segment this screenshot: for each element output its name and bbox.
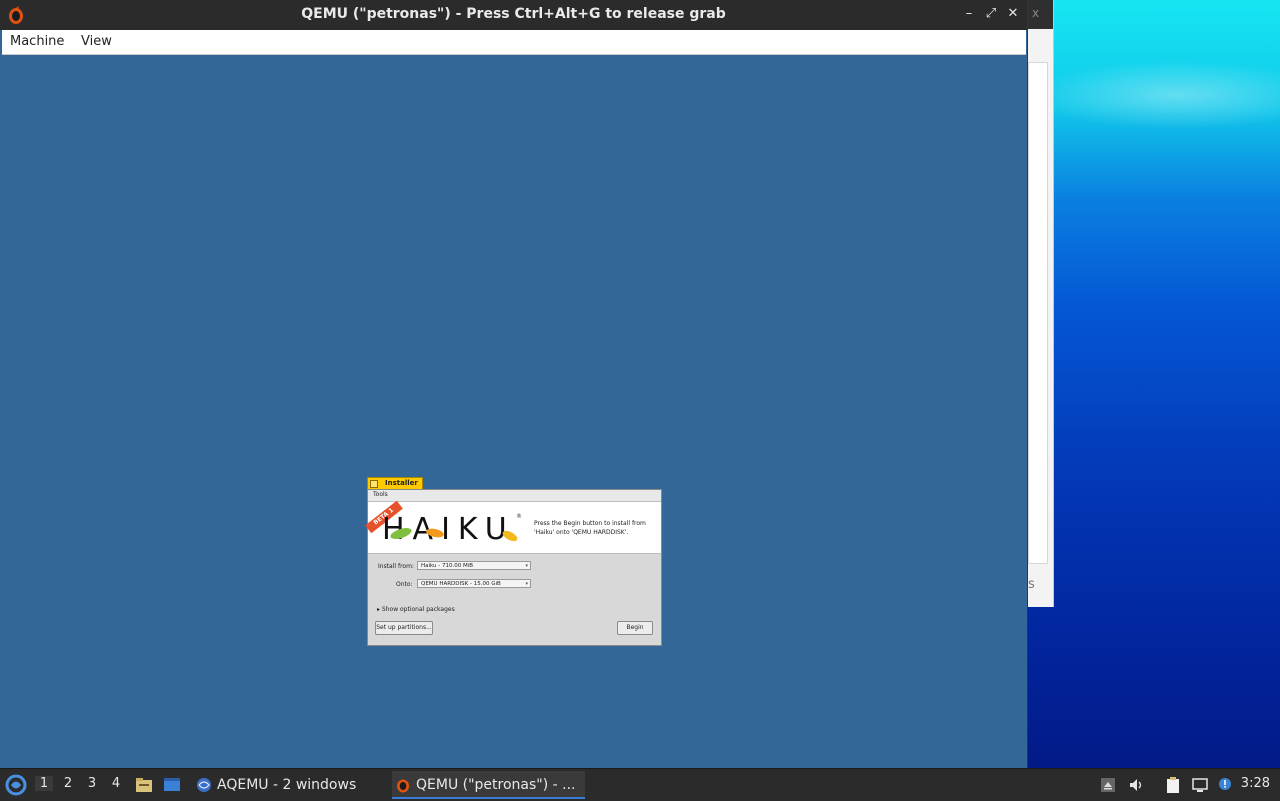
dropdown-arrow-icon: ▾ (525, 581, 528, 587)
close-icon[interactable]: ✕ (1005, 5, 1021, 23)
installer-close-box[interactable] (370, 480, 378, 488)
volume-icon[interactable] (1127, 776, 1145, 794)
desktop-background (1026, 0, 1280, 768)
qemu-menubar: Machine View (2, 30, 1026, 55)
clipboard-icon[interactable] (1164, 776, 1182, 794)
install-from-dropdown[interactable]: Haiku - 710.00 MiB ▾ (417, 561, 531, 570)
task-aqemu[interactable]: AQEMU - 2 windows (193, 771, 383, 799)
aqemu-icon (197, 778, 211, 792)
show-desktop-icon[interactable] (163, 776, 181, 793)
task-aqemu-label: AQEMU - 2 windows (217, 777, 357, 793)
onto-dropdown[interactable]: QEMU HARDDISK - 15.00 GiB ▾ (417, 579, 531, 588)
notification-icon[interactable] (1216, 776, 1234, 794)
desktop-switch-2[interactable]: 2 (59, 776, 77, 791)
qemu-titlebar[interactable]: QEMU ("petronas") - Press Ctrl+Alt+G to … (0, 0, 1027, 30)
qemu-window: QEMU ("petronas") - Press Ctrl+Alt+G to … (0, 0, 1028, 768)
install-from-value: Haiku - 710.00 MiB (421, 563, 474, 569)
background-window-close-hint: x (1032, 6, 1040, 20)
minimize-icon[interactable]: – (961, 5, 977, 23)
start-menu-icon[interactable] (5, 774, 27, 796)
task-qemu-petronas[interactable]: QEMU ("petronas") - ... (392, 771, 585, 799)
maximize-icon[interactable]: ⤢ (983, 5, 999, 23)
background-window-panel (1028, 62, 1048, 564)
installer-message: Press the Begin button to install from '… (534, 520, 646, 536)
registered-mark: ® (516, 513, 522, 520)
background-window-text: s (1028, 577, 1035, 592)
qemu-task-icon (397, 779, 409, 793)
network-icon[interactable] (1191, 776, 1209, 794)
qemu-window-title: QEMU ("petronas") - Press Ctrl+Alt+G to … (301, 6, 726, 22)
menu-view[interactable]: View (81, 34, 112, 49)
setup-partitions-button[interactable]: Set up partitions... (375, 621, 433, 635)
onto-value: QEMU HARDDISK - 15.00 GiB (421, 581, 501, 587)
installer-menu-tools[interactable]: Tools (373, 491, 388, 498)
file-manager-icon[interactable] (135, 776, 153, 793)
task-qemu-label: QEMU ("petronas") - ... (416, 777, 576, 793)
desktop-switch-3[interactable]: 3 (83, 776, 101, 791)
show-optional-packages[interactable]: ▸ Show optional packages (377, 606, 455, 613)
desktop-glow (1026, 60, 1280, 130)
menu-machine[interactable]: Machine (10, 34, 64, 49)
taskbar: 1 2 3 4 AQEMU - 2 windows QEMU ("petrona… (0, 768, 1280, 801)
install-from-label: Install from: (378, 563, 414, 570)
desktop-switch-1[interactable]: 1 (35, 776, 53, 791)
installer-title: Installer (385, 479, 418, 487)
clock: 3:28 (1240, 776, 1270, 791)
onto-label: Onto: (396, 581, 413, 588)
installer-window: Tools BETA 1 HAIKU ® Press the Begin but… (365, 489, 662, 646)
tray-up-arrow-icon[interactable] (1099, 776, 1117, 794)
dropdown-arrow-icon: ▾ (525, 563, 528, 569)
begin-button[interactable]: Begin (617, 621, 653, 635)
installer-menubar: Tools (368, 490, 661, 502)
desktop-switch-4[interactable]: 4 (107, 776, 125, 791)
installer-banner: BETA 1 HAIKU ® Press the Begin button to… (365, 500, 661, 554)
